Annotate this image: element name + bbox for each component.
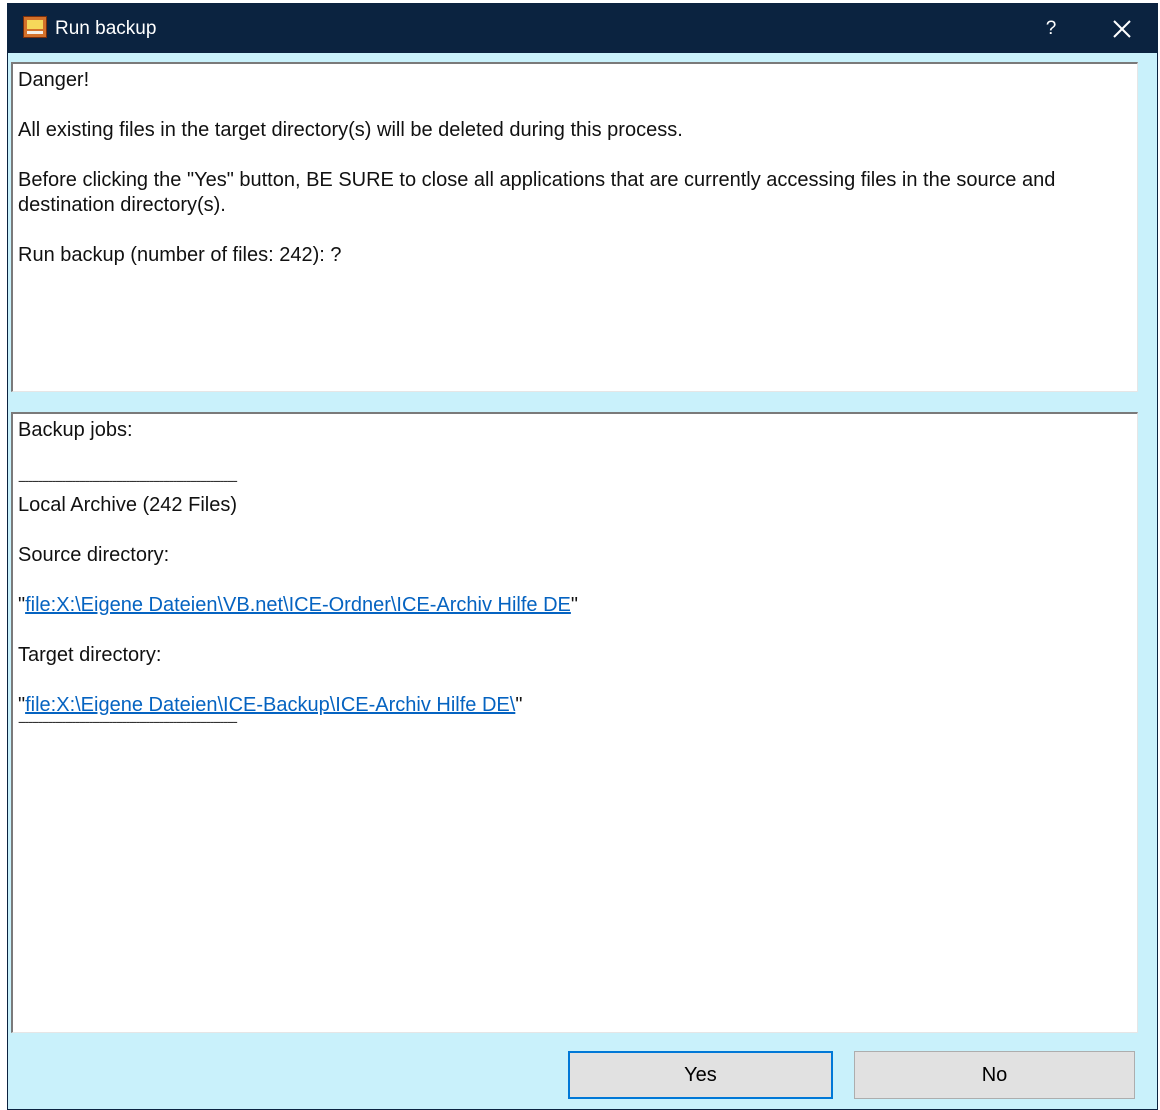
close-icon — [1113, 20, 1131, 38]
help-button[interactable]: ? — [1033, 14, 1069, 44]
source-path-link[interactable]: file:X:\Eigene Dateien\VB.net\ICE-Ordner… — [25, 594, 571, 616]
backup-jobs-box[interactable]: Backup jobs: ---------------------------… — [11, 412, 1138, 1033]
quote-close: " — [570, 594, 578, 616]
quote-close: " — [515, 694, 523, 716]
title-bar[interactable]: Run backup ? — [8, 4, 1157, 53]
warning-message-box[interactable]: Danger! All existing files in the target… — [11, 62, 1138, 392]
separator-line: ----------------------------------------… — [18, 713, 238, 729]
close-button[interactable] — [1104, 13, 1140, 45]
no-button[interactable]: No — [854, 1051, 1135, 1099]
run-backup-question: Run backup (number of files: 242): ? — [18, 244, 342, 266]
source-path-line: "file:X:\Eigene Dateien\VB.net\ICE-Ordne… — [18, 593, 1132, 618]
job-name: Local Archive (242 Files) — [18, 494, 237, 516]
backup-app-icon — [23, 16, 47, 38]
source-directory-label: Source directory: — [18, 544, 170, 566]
window-title: Run backup — [55, 18, 157, 39]
warning-close-apps-text: Before clicking the "Yes" button, BE SUR… — [18, 169, 1056, 216]
warning-delete-text: All existing files in the target directo… — [18, 119, 683, 141]
yes-button[interactable]: Yes — [568, 1051, 833, 1099]
backup-jobs-heading: Backup jobs: — [18, 419, 133, 441]
warning-heading: Danger! — [18, 69, 90, 91]
target-directory-label: Target directory: — [18, 644, 162, 666]
separator-line: ----------------------------------------… — [18, 472, 238, 488]
